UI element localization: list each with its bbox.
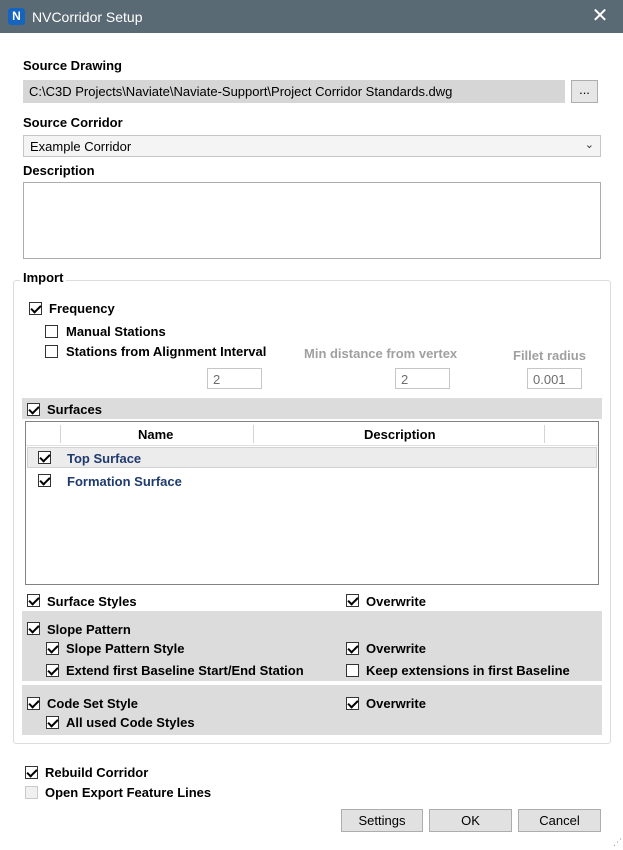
cancel-button[interactable]: Cancel bbox=[518, 809, 601, 832]
column-header-description[interactable]: Description bbox=[364, 427, 436, 442]
row-checkbox[interactable] bbox=[38, 474, 51, 487]
surface-styles-label: Surface Styles bbox=[47, 594, 137, 609]
code-set-style-checkbox[interactable] bbox=[27, 697, 40, 710]
grid-header: Name Description bbox=[26, 422, 598, 446]
source-drawing-label: Source Drawing bbox=[23, 58, 122, 73]
row-checkbox[interactable] bbox=[38, 451, 51, 464]
all-code-styles-checkbox[interactable] bbox=[46, 716, 59, 729]
source-corridor-label: Source Corridor bbox=[23, 115, 123, 130]
title-bar: N NVCorridor Setup ✕ bbox=[0, 0, 623, 33]
surface-styles-overwrite-checkbox[interactable] bbox=[346, 594, 359, 607]
min-distance-label: Min distance from vertex bbox=[304, 346, 458, 361]
description-textarea[interactable] bbox=[23, 182, 601, 259]
code-set-overwrite-label: Overwrite bbox=[366, 696, 426, 711]
column-separator bbox=[544, 425, 545, 443]
browse-button[interactable]: ... bbox=[571, 80, 598, 103]
import-group-title: Import bbox=[20, 270, 67, 285]
column-header-name[interactable]: Name bbox=[138, 427, 173, 442]
resize-grip-icon[interactable]: ⋰ bbox=[613, 837, 622, 848]
min-distance-input[interactable]: 2 bbox=[395, 368, 450, 389]
manual-stations-checkbox[interactable] bbox=[45, 325, 58, 338]
extend-baseline-checkbox[interactable] bbox=[46, 664, 59, 677]
slope-pattern-style-label: Slope Pattern Style bbox=[66, 641, 185, 656]
description-label: Description bbox=[23, 163, 95, 178]
window-title: NVCorridor Setup bbox=[32, 9, 143, 25]
open-export-checkbox[interactable] bbox=[25, 786, 38, 799]
app-logo-icon: N bbox=[8, 8, 25, 25]
slope-pattern-style-checkbox[interactable] bbox=[46, 642, 59, 655]
close-icon[interactable]: ✕ bbox=[577, 0, 623, 33]
surface-styles-overwrite-label: Overwrite bbox=[366, 594, 426, 609]
slope-pattern-checkbox[interactable] bbox=[27, 622, 40, 635]
column-separator bbox=[253, 425, 254, 443]
frequency-label: Frequency bbox=[49, 301, 115, 316]
surfaces-checkbox[interactable] bbox=[27, 403, 40, 416]
ok-button[interactable]: OK bbox=[429, 809, 512, 832]
surface-name: Formation Surface bbox=[67, 474, 182, 489]
extend-baseline-label: Extend first Baseline Start/End Station bbox=[66, 663, 304, 678]
slope-pattern-label: Slope Pattern bbox=[47, 622, 131, 637]
surfaces-grid[interactable]: Name Description Top Surface Formation S… bbox=[25, 421, 599, 585]
settings-button[interactable]: Settings bbox=[341, 809, 423, 832]
manual-stations-label: Manual Stations bbox=[66, 324, 166, 339]
surfaces-header-band bbox=[22, 398, 602, 419]
source-corridor-value: Example Corridor bbox=[30, 139, 132, 154]
source-corridor-select[interactable]: Example Corridor ⌄ bbox=[23, 135, 601, 157]
rebuild-corridor-checkbox[interactable] bbox=[25, 766, 38, 779]
keep-extensions-label: Keep extensions in first Baseline bbox=[366, 663, 570, 678]
slope-pattern-overwrite-checkbox[interactable] bbox=[346, 642, 359, 655]
chevron-down-icon: ⌄ bbox=[584, 139, 594, 151]
slope-pattern-overwrite-label: Overwrite bbox=[366, 641, 426, 656]
surface-name: Top Surface bbox=[67, 451, 142, 466]
code-set-overwrite-checkbox[interactable] bbox=[346, 697, 359, 710]
fillet-radius-input[interactable]: 0.001 bbox=[527, 368, 582, 389]
code-set-style-label: Code Set Style bbox=[47, 696, 139, 711]
surface-styles-checkbox[interactable] bbox=[27, 594, 40, 607]
keep-extensions-checkbox[interactable] bbox=[346, 664, 359, 677]
open-export-label: Open Export Feature Lines bbox=[45, 785, 212, 800]
stations-alignment-checkbox[interactable] bbox=[45, 345, 58, 358]
interval-input[interactable]: 2 bbox=[207, 368, 262, 389]
all-code-styles-label: All used Code Styles bbox=[66, 715, 195, 730]
column-separator bbox=[60, 425, 61, 443]
fillet-radius-label: Fillet radius bbox=[513, 348, 586, 363]
surfaces-label: Surfaces bbox=[47, 402, 102, 417]
source-drawing-path-field[interactable]: C:\C3D Projects\Naviate\Naviate-Support\… bbox=[23, 80, 565, 103]
frequency-checkbox[interactable] bbox=[29, 302, 42, 315]
rebuild-corridor-label: Rebuild Corridor bbox=[45, 765, 149, 780]
stations-alignment-label: Stations from Alignment Interval bbox=[66, 344, 267, 359]
